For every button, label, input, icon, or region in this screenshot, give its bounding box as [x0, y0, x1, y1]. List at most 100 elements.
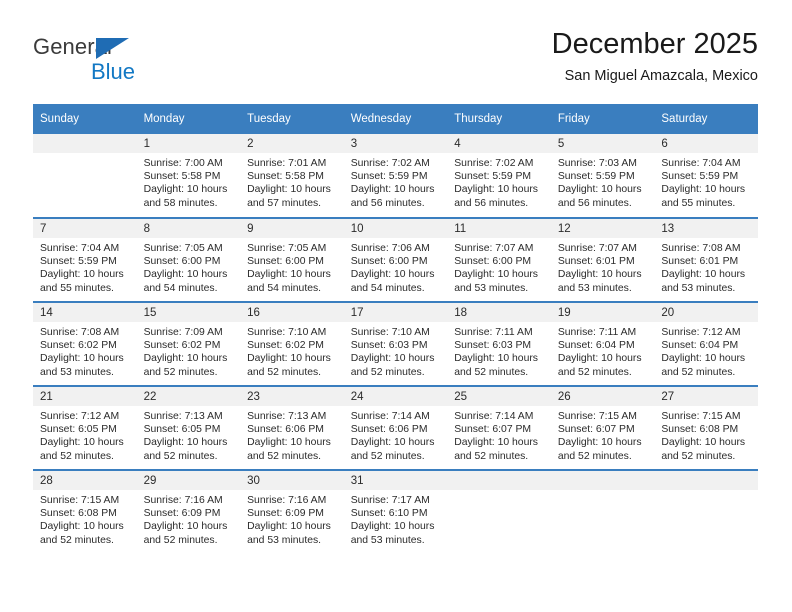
calendar-day-cell[interactable]: 16 Sunrise: 7:10 AM Sunset: 6:02 PM Dayligh… — [240, 301, 344, 386]
calendar-week-row: 28 Sunrise: 7:15 AM Sunset: 6:08 PM Dayligh… — [33, 469, 758, 554]
day-details: Sunrise: 7:10 AM Sunset: 6:02 PM Daylight:… — [240, 322, 344, 379]
calendar-day-cell[interactable]: 10 Sunrise: 7:06 AM Sunset: 6:00 PM Dayligh… — [343, 217, 448, 302]
calendar-day-cell[interactable]: 26 Sunrise: 7:15 AM Sunset: 6:07 PM Dayligh… — [550, 385, 655, 470]
sunrise-text: Sunrise: 7:13 AM — [143, 411, 223, 422]
day-number: 15 — [136, 303, 241, 322]
sunrise-text: Sunrise: 7:12 AM — [40, 411, 120, 422]
calendar-day-cell[interactable]: 30 Sunrise: 7:16 AM Sunset: 6:09 PM Dayligh… — [240, 469, 344, 554]
day-details: Sunrise: 7:00 AM Sunset: 5:58 PM Daylight:… — [137, 153, 241, 210]
calendar-day-cell[interactable]: 9 Sunrise: 7:05 AM Sunset: 6:00 PM Daylight… — [240, 217, 344, 302]
calendar-page: General Blue December 2025 San Miguel Am… — [0, 0, 792, 612]
calendar-cell-empty — [33, 134, 137, 218]
sunset-text: Sunset: 5:59 PM — [557, 171, 635, 183]
daylight-text: Daylight: 10 hours and 52 minutes. — [40, 437, 124, 462]
sunset-text: Sunset: 6:10 PM — [350, 508, 428, 520]
sunrise-text: Sunrise: 7:05 AM — [247, 243, 327, 254]
day-number: 1 — [136, 134, 241, 153]
calendar-day-cell[interactable]: 20 Sunrise: 7:12 AM Sunset: 6:04 PM Dayligh… — [654, 301, 758, 386]
calendar-day-cell[interactable]: 23 Sunrise: 7:13 AM Sunset: 6:06 PM Dayligh… — [240, 385, 344, 470]
calendar-day-cell[interactable]: 4 Sunrise: 7:02 AM Sunset: 5:59 PM Daylight… — [447, 134, 551, 218]
calendar-day-cell[interactable]: 3 Sunrise: 7:02 AM Sunset: 5:59 PM Daylight… — [343, 134, 448, 218]
calendar-day-cell[interactable]: 2 Sunrise: 7:01 AM Sunset: 5:58 PM Daylight… — [240, 134, 344, 218]
daylight-text: Daylight: 10 hours and 53 minutes. — [557, 269, 642, 294]
day-number: 21 — [33, 387, 137, 406]
weekday-header-friday: Friday — [550, 104, 655, 134]
daylight-text: Daylight: 10 hours and 52 minutes. — [557, 353, 642, 378]
daylight-text: Daylight: 10 hours and 56 minutes. — [557, 184, 642, 209]
sunrise-text: Sunrise: 7:15 AM — [557, 411, 637, 422]
day-details: Sunrise: 7:11 AM Sunset: 6:04 PM Daylight:… — [551, 322, 655, 379]
day-details: Sunrise: 7:17 AM Sunset: 6:10 PM Daylight:… — [344, 490, 448, 547]
sunset-text: Sunset: 5:59 PM — [661, 171, 739, 183]
sunrise-text: Sunrise: 7:12 AM — [661, 327, 741, 338]
sunset-text: Sunset: 6:02 PM — [143, 340, 221, 352]
sunset-text: Sunset: 6:00 PM — [143, 256, 221, 268]
calendar-day-cell[interactable]: 29 Sunrise: 7:16 AM Sunset: 6:09 PM Dayligh… — [136, 469, 241, 554]
sunset-text: Sunset: 6:02 PM — [40, 340, 117, 352]
day-details: Sunrise: 7:13 AM Sunset: 6:06 PM Daylight:… — [240, 406, 344, 463]
day-number: 19 — [550, 303, 655, 322]
calendar-day-cell[interactable]: 7 Sunrise: 7:04 AM Sunset: 5:59 PM Daylight… — [33, 217, 137, 302]
day-number: 22 — [136, 387, 241, 406]
sunset-text: Sunset: 6:02 PM — [247, 340, 324, 352]
calendar-day-cell[interactable]: 31 Sunrise: 7:17 AM Sunset: 6:10 PM Dayligh… — [343, 469, 448, 554]
weekday-header-thursday: Thursday — [447, 104, 551, 134]
calendar-day-cell[interactable]: 28 Sunrise: 7:15 AM Sunset: 6:08 PM Dayligh… — [33, 469, 137, 554]
calendar-day-cell[interactable]: 27 Sunrise: 7:15 AM Sunset: 6:08 PM Dayligh… — [654, 385, 758, 470]
calendar-day-cell[interactable]: 8 Sunrise: 7:05 AM Sunset: 6:00 PM Daylight… — [136, 217, 241, 302]
sunrise-text: Sunrise: 7:08 AM — [40, 327, 120, 338]
sunrise-text: Sunrise: 7:07 AM — [454, 243, 534, 254]
calendar-day-cell[interactable]: 5 Sunrise: 7:03 AM Sunset: 5:59 PM Daylight… — [550, 134, 655, 218]
calendar-day-cell[interactable]: 21 Sunrise: 7:12 AM Sunset: 6:05 PM Dayligh… — [33, 385, 137, 470]
calendar-day-cell[interactable]: 13 Sunrise: 7:08 AM Sunset: 6:01 PM Dayligh… — [654, 217, 758, 302]
sunset-text: Sunset: 6:00 PM — [350, 256, 428, 268]
sunset-text: Sunset: 6:06 PM — [350, 424, 428, 436]
sunrise-text: Sunrise: 7:14 AM — [454, 411, 534, 422]
calendar-day-cell[interactable]: 15 Sunrise: 7:09 AM Sunset: 6:02 PM Dayligh… — [136, 301, 241, 386]
day-number: 8 — [136, 219, 241, 238]
day-number: 11 — [447, 219, 551, 238]
sunrise-text: Sunrise: 7:06 AM — [350, 243, 430, 254]
page-title: December 2025 — [551, 28, 758, 60]
sunset-text: Sunset: 5:58 PM — [247, 171, 324, 183]
sunset-text: Sunset: 5:59 PM — [454, 171, 532, 183]
calendar-day-cell[interactable]: 24 Sunrise: 7:14 AM Sunset: 6:06 PM Dayligh… — [343, 385, 448, 470]
calendar-day-cell[interactable]: 11 Sunrise: 7:07 AM Sunset: 6:00 PM Dayligh… — [447, 217, 551, 302]
sunset-text: Sunset: 6:08 PM — [661, 424, 739, 436]
sunrise-text: Sunrise: 7:16 AM — [143, 495, 223, 506]
day-number — [550, 471, 655, 490]
daylight-text: Daylight: 10 hours and 56 minutes. — [454, 184, 538, 209]
daylight-text: Daylight: 10 hours and 52 minutes. — [143, 437, 228, 462]
calendar-day-cell[interactable]: 18 Sunrise: 7:11 AM Sunset: 6:03 PM Dayligh… — [447, 301, 551, 386]
day-number: 12 — [550, 219, 655, 238]
calendar-cell-empty — [447, 469, 551, 554]
daylight-text: Daylight: 10 hours and 53 minutes. — [661, 269, 746, 294]
calendar-day-cell[interactable]: 25 Sunrise: 7:14 AM Sunset: 6:07 PM Dayligh… — [447, 385, 551, 470]
calendar-table: Sunday Monday Tuesday Wednesday Thursday Frid… — [33, 104, 758, 554]
calendar-day-cell[interactable]: 6 Sunrise: 7:04 AM Sunset: 5:59 PM Daylight… — [654, 134, 758, 218]
day-details: Sunrise: 7:05 AM Sunset: 6:00 PM Daylight:… — [137, 238, 241, 295]
day-details: Sunrise: 7:15 AM Sunset: 6:08 PM Daylight:… — [654, 406, 758, 463]
calendar-day-cell[interactable]: 17 Sunrise: 7:10 AM Sunset: 6:03 PM Dayligh… — [343, 301, 448, 386]
sunrise-text: Sunrise: 7:04 AM — [661, 158, 741, 169]
weekday-header-saturday: Saturday — [654, 104, 758, 134]
calendar-week-row: 14 Sunrise: 7:08 AM Sunset: 6:02 PM Dayligh… — [33, 301, 758, 386]
daylight-text: Daylight: 10 hours and 52 minutes. — [557, 437, 642, 462]
sunset-text: Sunset: 6:00 PM — [454, 256, 532, 268]
calendar-day-cell[interactable]: 22 Sunrise: 7:13 AM Sunset: 6:05 PM Dayligh… — [136, 385, 241, 470]
day-details: Sunrise: 7:01 AM Sunset: 5:58 PM Daylight:… — [240, 153, 344, 210]
sunrise-text: Sunrise: 7:02 AM — [350, 158, 430, 169]
calendar-header-row: Sunday Monday Tuesday Wednesday Thursday Frid… — [33, 104, 758, 134]
day-number: 30 — [240, 471, 344, 490]
day-details: Sunrise: 7:07 AM Sunset: 6:01 PM Daylight:… — [551, 238, 655, 295]
calendar-day-cell[interactable]: 14 Sunrise: 7:08 AM Sunset: 6:02 PM Dayligh… — [33, 301, 137, 386]
day-details: Sunrise: 7:08 AM Sunset: 6:02 PM Daylight:… — [33, 322, 137, 379]
calendar-day-cell[interactable]: 12 Sunrise: 7:07 AM Sunset: 6:01 PM Dayligh… — [550, 217, 655, 302]
day-number — [654, 471, 758, 490]
calendar-day-cell[interactable]: 19 Sunrise: 7:11 AM Sunset: 6:04 PM Dayligh… — [550, 301, 655, 386]
day-number: 6 — [654, 134, 758, 153]
calendar-day-cell[interactable]: 1 Sunrise: 7:00 AM Sunset: 5:58 PM Daylight… — [136, 134, 241, 218]
day-details: Sunrise: 7:08 AM Sunset: 6:01 PM Daylight:… — [654, 238, 758, 295]
daylight-text: Daylight: 10 hours and 54 minutes. — [247, 269, 331, 294]
generalblue-logo[interactable]: General Blue — [33, 34, 163, 90]
